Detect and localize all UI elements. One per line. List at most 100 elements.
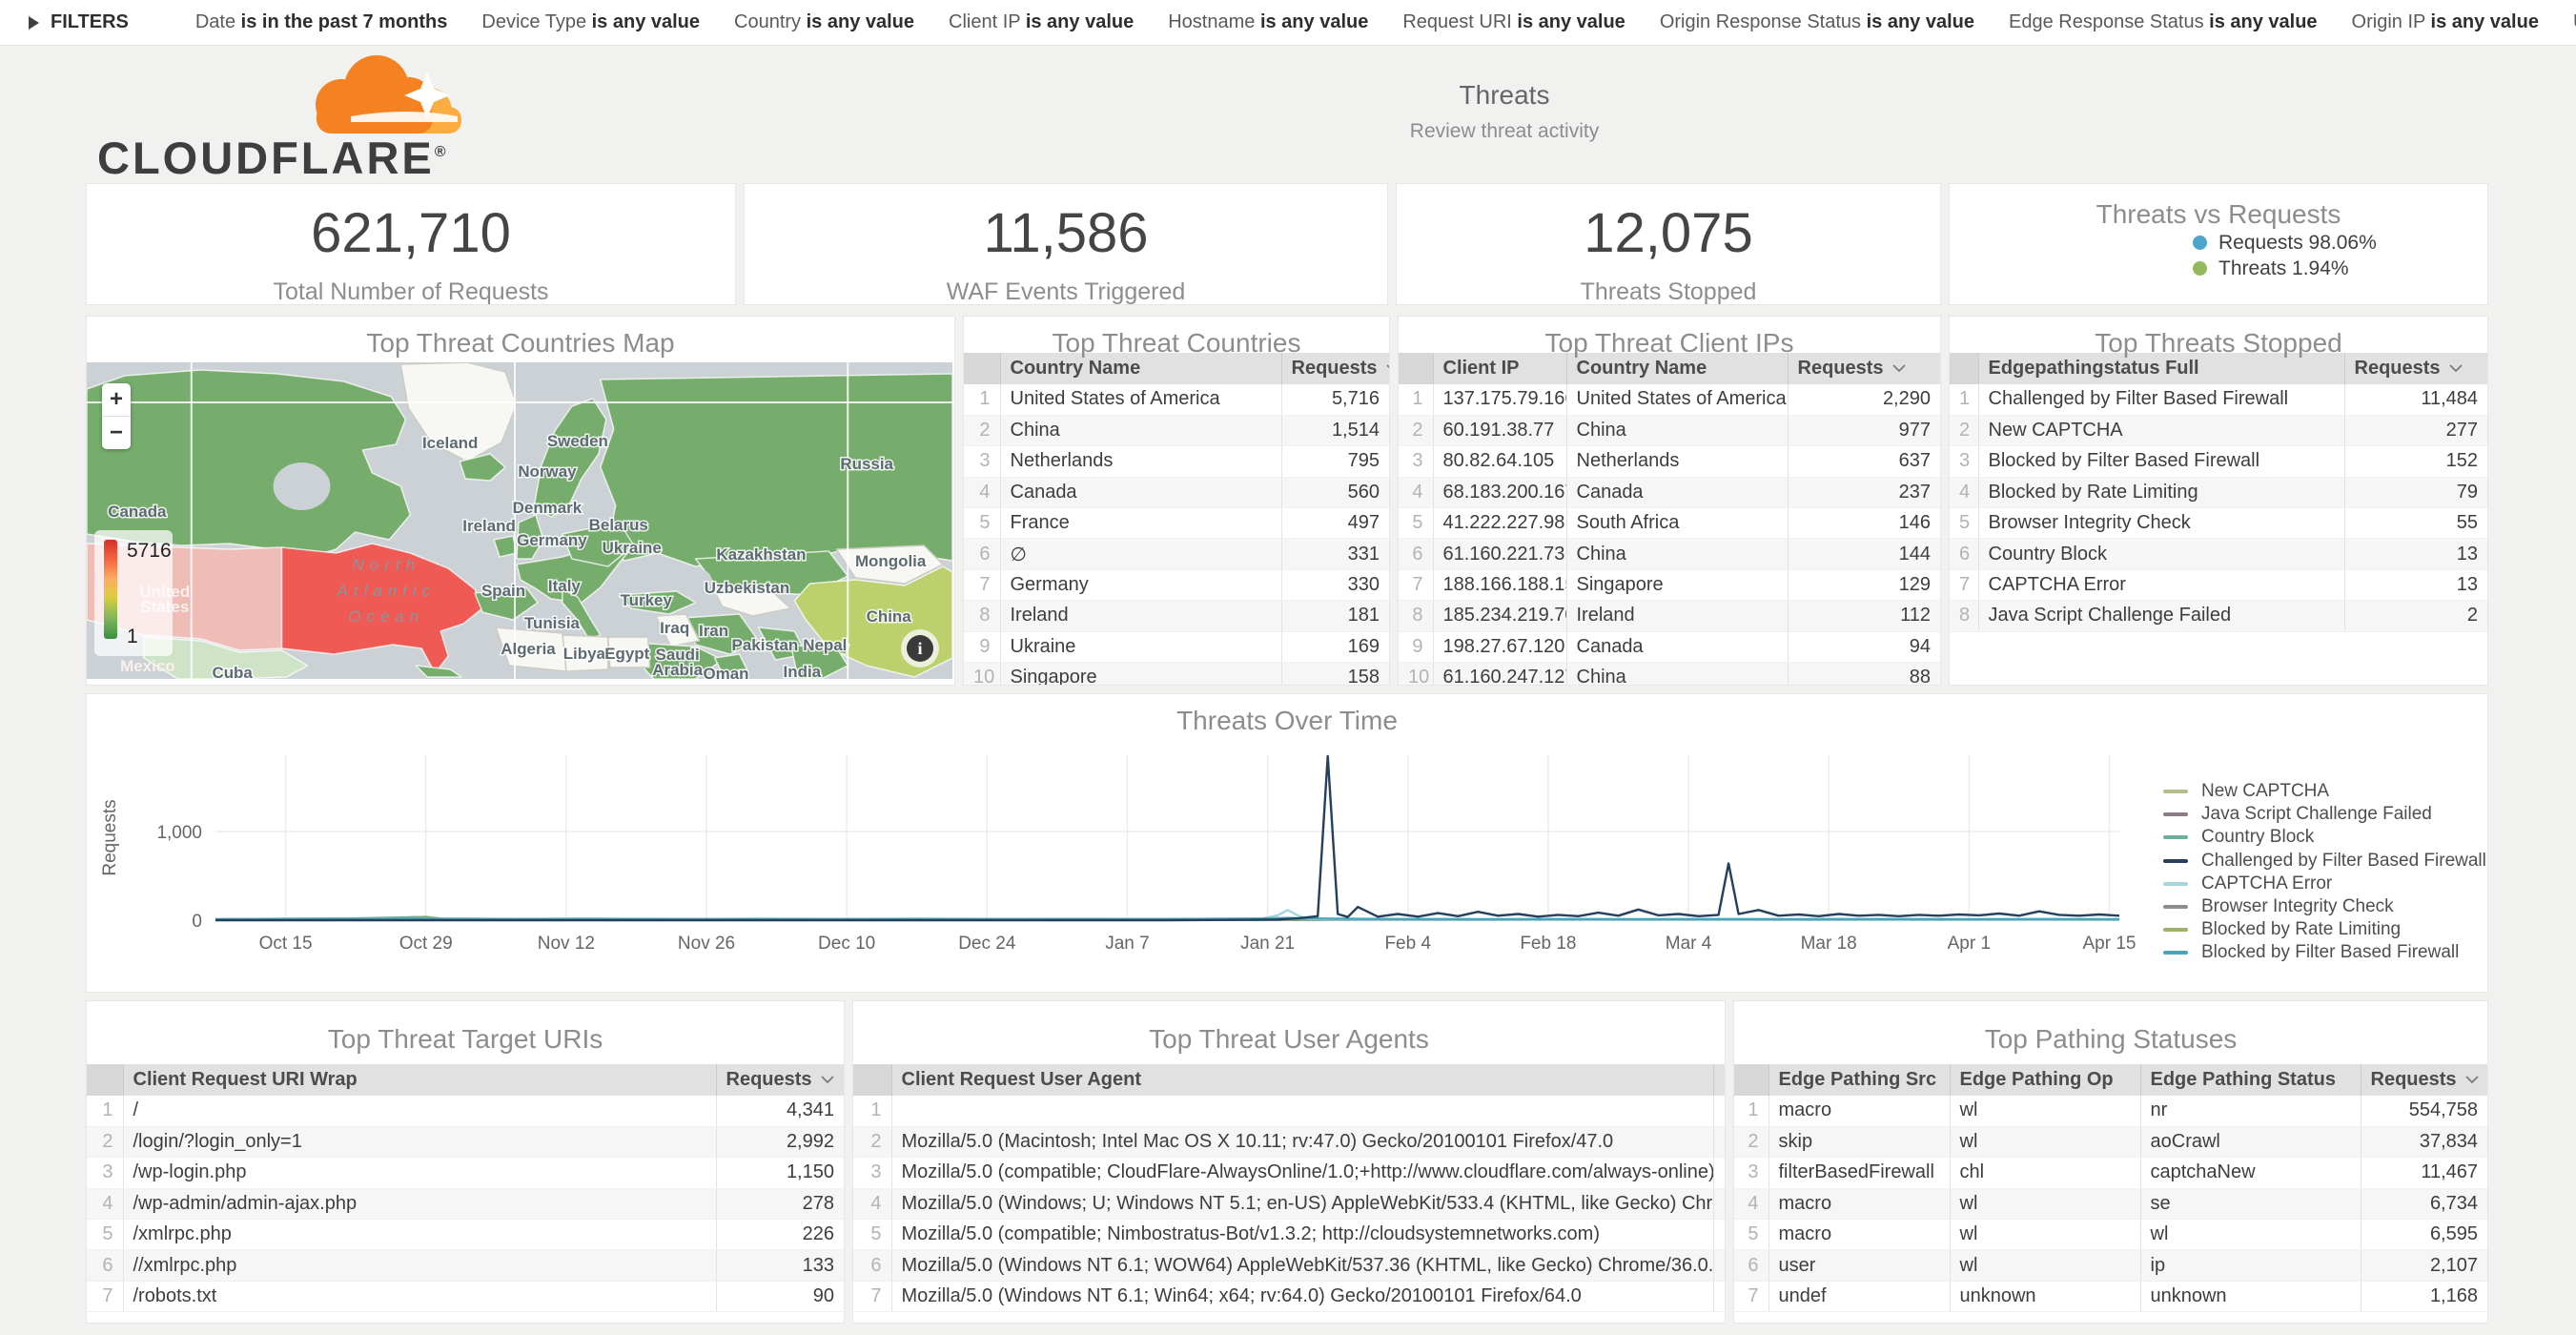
country-label: Russia — [840, 455, 893, 473]
table-row: 1061.160.247.127China88 — [1399, 663, 1940, 686]
svg-text:Jan 7: Jan 7 — [1105, 934, 1149, 954]
table-row: 7/robots.txt90 — [87, 1281, 844, 1311]
column-header[interactable]: Requests — [2344, 353, 2487, 384]
filter-chip[interactable]: Edge Response Status is any value — [2009, 11, 2318, 33]
svg-text:Feb 18: Feb 18 — [1520, 934, 1576, 954]
country-label: Italy — [548, 577, 581, 595]
top-threat-countries-panel: Top Threat Countries Country NameRequest… — [963, 316, 1390, 686]
map-zoom-control: + − — [102, 383, 131, 449]
filter-chip[interactable]: Device Type is any value — [481, 11, 700, 33]
table-row: 4Canada560 — [964, 477, 1389, 507]
threats-over-time-chart[interactable]: Oct 15Oct 29Nov 12Nov 26Dec 10Dec 24Jan … — [87, 698, 2485, 954]
row-index: 1 — [853, 1096, 891, 1126]
table-cell: 330 — [1281, 569, 1389, 600]
table-cell: /login/?login_only=1 — [123, 1126, 716, 1157]
world-map[interactable]: CanadaUnitedStatesMexicoCubaIcelandIrela… — [87, 362, 952, 679]
table-cell: New CAPTCHA — [1978, 415, 2344, 445]
top-threat-client-ips-panel: Top Threat Client IPs Client IPCountry N… — [1398, 316, 1941, 686]
filter-chip[interactable]: Date is in the past 7 months — [195, 11, 448, 33]
filter-chip[interactable]: Origin IP is any value — [2352, 11, 2539, 33]
table-cell — [1713, 1220, 1726, 1250]
registered-mark: ® — [435, 144, 449, 160]
table-cell: 158 — [1281, 663, 1389, 686]
row-index: 5 — [964, 508, 1000, 539]
stat-label: Total Number of Requests — [87, 278, 735, 305]
country-label: Egypt — [604, 645, 649, 663]
filter-chip[interactable]: Origin Response Status is any value — [1660, 11, 1974, 33]
table-row: 3Netherlands795 — [964, 446, 1389, 477]
column-header[interactable]: Requests — [1281, 353, 1389, 384]
ocean-label: Atlantic — [337, 582, 436, 600]
country-label: Libya — [563, 645, 606, 663]
country-label: Ireland — [462, 517, 516, 535]
world-map-svg: CanadaUnitedStatesMexicoCubaIcelandIrela… — [87, 362, 952, 679]
table-cell — [891, 1096, 1713, 1126]
target-uris-table: Client Request URI WrapRequests1/4,3412/… — [87, 1064, 844, 1312]
column-header[interactable]: Requests — [716, 1064, 844, 1096]
panel-title: Top Threat Client IPs — [1399, 317, 1940, 353]
map-info-button[interactable]: i — [901, 629, 939, 668]
table-cell — [1713, 1126, 1726, 1157]
table-cell: 1,514 — [1281, 415, 1389, 445]
table-row: 4/wp-admin/admin-ajax.php278 — [87, 1188, 844, 1219]
table-cell: 554,758 — [2361, 1096, 2487, 1126]
table-row: 8185.234.219.70Ireland112 — [1399, 601, 1940, 631]
table-cell: Country Block — [1978, 539, 2344, 569]
table-cell — [1713, 1281, 1726, 1311]
row-index: 8 — [1399, 601, 1433, 631]
legend-item: Java Script Challenge Failed — [2163, 803, 2486, 826]
table-cell: filterBasedFirewall — [1768, 1158, 1950, 1188]
table-row: 7Germany330 — [964, 569, 1389, 600]
top-threats-stopped-panel: Top Threats Stopped Edgepathingstatus Fu… — [1949, 316, 2488, 686]
legend-line-icon — [2163, 928, 2188, 932]
zoom-in-button[interactable]: + — [102, 383, 131, 417]
table-cell: wl — [1950, 1250, 2140, 1281]
column-header[interactable]: Client Request User Agent — [891, 1064, 1713, 1096]
table-cell: macro — [1768, 1096, 1950, 1126]
table-cell: 560 — [1281, 477, 1389, 507]
threats-vs-requests-panel: Threats vs Requests Requests 98.06%Threa… — [1949, 183, 2488, 305]
stat-total-requests: 621,710 Total Number of Requests — [86, 183, 736, 305]
table-cell — [1713, 1096, 1726, 1126]
table-cell: 61.160.247.127 — [1433, 663, 1566, 686]
legend-item: Challenged by Filter Based Firewall — [2163, 850, 2486, 873]
filter-chip[interactable]: Request URI is any value — [1402, 11, 1625, 33]
column-header[interactable]: Edge Pathing Status — [2140, 1064, 2361, 1096]
column-header[interactable]: Edge Pathing Src — [1768, 1064, 1950, 1096]
filter-chip[interactable]: Hostname is any value — [1168, 11, 1368, 33]
column-header[interactable]: Requests — [1788, 353, 1940, 384]
table-cell: /wp-admin/admin-ajax.php — [123, 1188, 716, 1219]
filters-toggle[interactable]: FILTERS — [29, 11, 129, 33]
column-header[interactable]: Client Request URI Wrap — [123, 1064, 716, 1096]
table-cell: China — [1000, 415, 1281, 445]
zoom-out-button[interactable]: − — [102, 417, 131, 449]
table-cell: Canada — [1566, 477, 1788, 507]
country-label: Ukraine — [603, 539, 662, 557]
table-row: 6//xmlrpc.php133 — [87, 1250, 844, 1281]
table-cell: 90 — [716, 1281, 844, 1311]
user-agents-table: Client Request User Agent12Mozilla/5.0 (… — [853, 1064, 1725, 1312]
filter-chip[interactable]: Client IP is any value — [949, 11, 1134, 33]
svg-text:Oct 29: Oct 29 — [399, 934, 453, 954]
table-cell: 37,834 — [2361, 1126, 2487, 1157]
table-cell: United States of America — [1000, 384, 1281, 415]
row-index-header — [964, 353, 1000, 384]
column-header[interactable]: Edge Pathing Op — [1950, 1064, 2140, 1096]
stat-label: Threats Stopped — [1397, 278, 1940, 305]
row-index: 3 — [1399, 446, 1433, 477]
table-row: 3Blocked by Filter Based Firewall152 — [1950, 446, 2487, 477]
table-cell: China — [1566, 415, 1788, 445]
column-header[interactable] — [1713, 1064, 1726, 1096]
scale-min: 1 — [127, 626, 138, 648]
row-index: 4 — [1399, 477, 1433, 507]
table-cell: 2 — [2344, 601, 2487, 631]
table-cell: Mozilla/5.0 (compatible; Nimbostratus-Bo… — [891, 1220, 1713, 1250]
table-cell: 278 — [716, 1188, 844, 1219]
row-index: 4 — [1950, 477, 1978, 507]
filter-chip[interactable]: Country is any value — [734, 11, 914, 33]
table-row: 468.183.200.167Canada237 — [1399, 477, 1940, 507]
column-header[interactable]: Requests — [2361, 1064, 2487, 1096]
country-label: Mexico — [120, 657, 174, 675]
legend-item: Blocked by Rate Limiting — [2163, 918, 2486, 941]
table-row: 4Blocked by Rate Limiting79 — [1950, 477, 2487, 507]
